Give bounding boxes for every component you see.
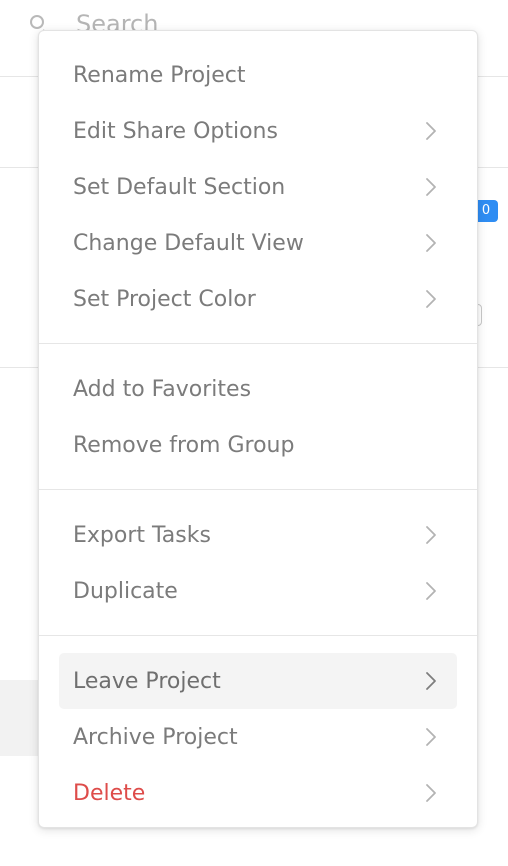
menu-item-label: Remove from Group xyxy=(73,432,295,458)
chevron-right-icon xyxy=(421,233,441,253)
menu-group-danger: Leave Project Archive Project Delete xyxy=(59,653,457,821)
menu-item-archive-project[interactable]: Archive Project xyxy=(59,709,457,765)
chevron-right-icon xyxy=(421,727,441,747)
menu-group-organize: Add to Favorites Remove from Group xyxy=(59,361,457,473)
chevron-right-icon xyxy=(421,121,441,141)
menu-item-change-default-view[interactable]: Change Default View xyxy=(59,215,457,271)
menu-item-label: Add to Favorites xyxy=(73,376,252,402)
project-context-menu: Rename Project Edit Share Options Set De… xyxy=(38,30,478,828)
menu-item-export-tasks[interactable]: Export Tasks xyxy=(59,507,457,563)
menu-group-export: Export Tasks Duplicate xyxy=(59,507,457,619)
menu-item-label: Export Tasks xyxy=(73,522,211,548)
menu-item-label: Archive Project xyxy=(73,724,238,750)
chevron-right-icon xyxy=(421,783,441,803)
menu-item-rename-project[interactable]: Rename Project xyxy=(59,47,457,103)
chevron-right-icon xyxy=(421,671,441,691)
menu-divider xyxy=(39,489,477,490)
chevron-right-icon xyxy=(421,177,441,197)
menu-item-label: Leave Project xyxy=(73,668,221,694)
menu-item-label: Rename Project xyxy=(73,62,246,88)
chevron-right-icon xyxy=(421,289,441,309)
menu-item-add-to-favorites[interactable]: Add to Favorites xyxy=(59,361,457,417)
menu-item-label: Delete xyxy=(73,780,146,806)
menu-divider xyxy=(39,343,477,344)
menu-item-label: Change Default View xyxy=(73,230,304,256)
menu-item-label: Duplicate xyxy=(73,578,178,604)
menu-item-edit-share-options[interactable]: Edit Share Options xyxy=(59,103,457,159)
menu-item-label: Set Project Color xyxy=(73,286,256,312)
chevron-right-icon xyxy=(421,525,441,545)
menu-item-duplicate[interactable]: Duplicate xyxy=(59,563,457,619)
menu-item-delete[interactable]: Delete xyxy=(59,765,457,821)
menu-item-label: Set Default Section xyxy=(73,174,286,200)
menu-item-set-project-color[interactable]: Set Project Color xyxy=(59,271,457,327)
chevron-right-icon xyxy=(421,581,441,601)
menu-item-leave-project[interactable]: Leave Project xyxy=(59,653,457,709)
menu-item-set-default-section[interactable]: Set Default Section xyxy=(59,159,457,215)
menu-divider xyxy=(39,635,477,636)
menu-group-project: Rename Project Edit Share Options Set De… xyxy=(59,47,457,327)
menu-item-label: Edit Share Options xyxy=(73,118,278,144)
menu-item-remove-from-group[interactable]: Remove from Group xyxy=(59,417,457,473)
search-icon xyxy=(30,15,44,29)
